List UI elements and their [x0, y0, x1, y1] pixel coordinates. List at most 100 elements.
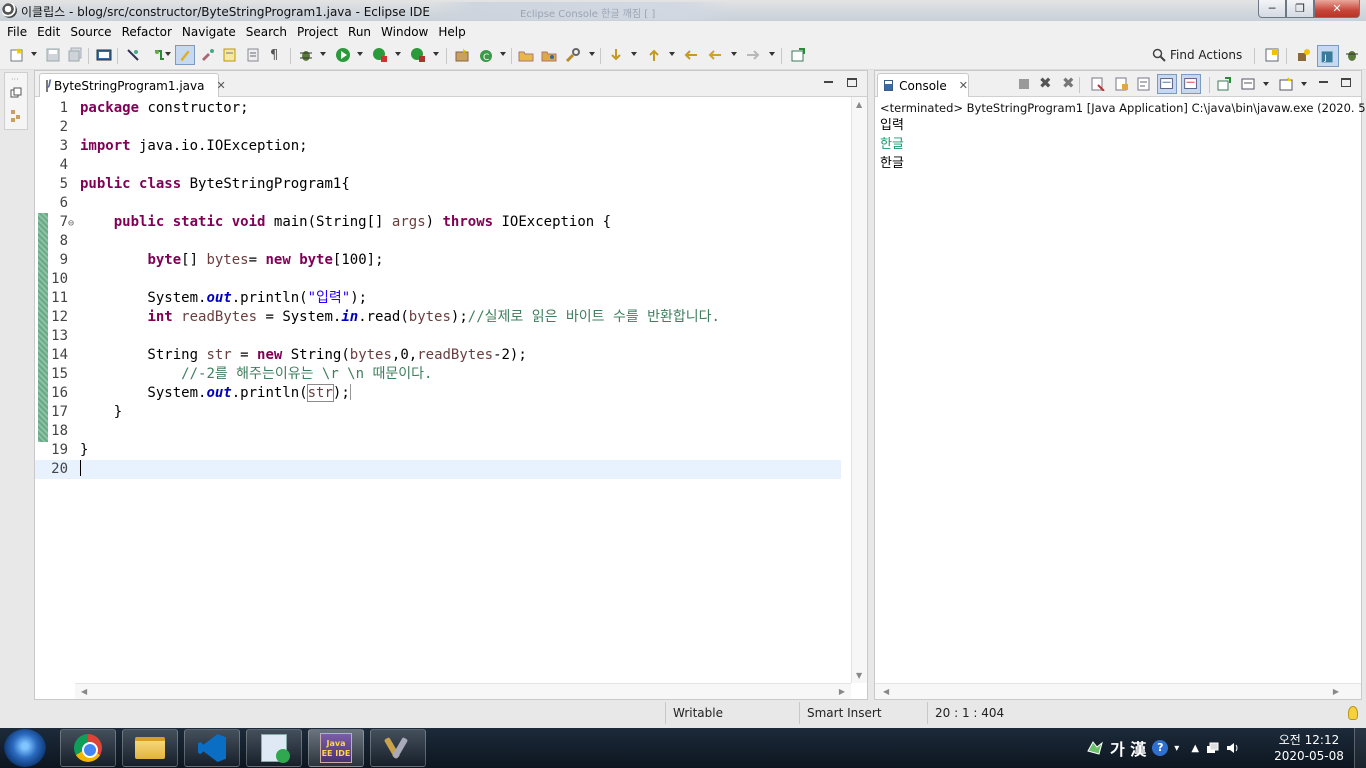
external-tools-icon[interactable]	[410, 47, 426, 63]
back-caret[interactable]	[731, 52, 737, 56]
ime-options-icon[interactable]: ▾	[1174, 743, 1179, 754]
menu-run[interactable]: Run	[343, 25, 376, 39]
taskbar-chrome[interactable]	[60, 729, 116, 767]
debug-icon[interactable]	[298, 47, 314, 63]
network-icon[interactable]	[1205, 741, 1219, 755]
volume-icon[interactable]	[1225, 741, 1239, 755]
new-java-class-caret[interactable]	[500, 52, 506, 56]
dots-handle[interactable]: ···	[11, 75, 19, 84]
debug-perspective-icon[interactable]	[1344, 47, 1360, 63]
pin-console-icon[interactable]	[1217, 77, 1231, 91]
pin-editor-icon[interactable]	[790, 47, 806, 63]
scroll-left-arrow[interactable]: ◀	[81, 687, 87, 696]
fold-toggle-icon[interactable]: ⊖	[68, 214, 74, 233]
close-tab-icon[interactable]: ✕	[216, 79, 225, 92]
code-line[interactable]: 16 System.out.println(str);	[35, 384, 841, 403]
word-wrap-icon[interactable]	[1137, 77, 1151, 91]
close-button[interactable]: ✕	[1314, 0, 1360, 18]
code-line[interactable]: 2	[35, 118, 841, 137]
insert-mode-status[interactable]: Smart Insert	[799, 702, 925, 724]
package-explorer-icon[interactable]	[10, 109, 22, 123]
forward-icon[interactable]	[745, 47, 761, 63]
system-clock[interactable]: 오전 12:12 2020-05-08	[1268, 732, 1350, 764]
code-line[interactable]: 3 import java.io.IOException;	[35, 137, 841, 156]
new-dropdown-caret[interactable]	[31, 52, 37, 56]
code-line[interactable]: 12 int readBytes = System.in.read(bytes)…	[35, 308, 841, 327]
open-console-icon[interactable]	[1279, 77, 1293, 91]
code-editor[interactable]: 1 package constructor; 2 3 import java.io.IO…	[35, 97, 867, 683]
open-type-folder-icon[interactable]	[518, 47, 534, 63]
minimize-console-icon[interactable]	[1319, 81, 1328, 83]
taskbar-vscode[interactable]	[184, 729, 240, 767]
search-caret[interactable]	[589, 52, 595, 56]
back-icon[interactable]	[707, 47, 723, 63]
mark-occurrences-icon[interactable]	[175, 45, 195, 65]
code-line[interactable]: 18	[35, 422, 841, 441]
new-java-package-icon[interactable]	[454, 47, 470, 63]
menu-file[interactable]: File	[2, 25, 32, 39]
clear-console-icon[interactable]	[1091, 77, 1105, 91]
search-file-icon[interactable]	[222, 47, 238, 63]
run-icon[interactable]	[335, 47, 351, 63]
console-horizontal-scrollbar[interactable]: ◀ ▶	[875, 683, 1361, 699]
remove-launch-icon[interactable]: ✖	[1039, 74, 1052, 92]
show-console-on-stdout-icon[interactable]	[1157, 74, 1177, 94]
scroll-right-arrow[interactable]: ▶	[1333, 687, 1339, 696]
display-selected-console-icon[interactable]	[1241, 77, 1255, 91]
code-line[interactable]: 8	[35, 232, 841, 251]
ime-pad-icon[interactable]	[1086, 739, 1104, 757]
run-caret[interactable]	[357, 52, 363, 56]
open-perspective-icon[interactable]	[1264, 47, 1280, 63]
save-icon[interactable]	[45, 47, 61, 63]
ime-mode-indicator[interactable]: 가 漢	[1110, 736, 1146, 760]
code-line[interactable]: 10	[35, 270, 841, 289]
open-console-caret[interactable]	[1301, 82, 1307, 86]
code-line[interactable]: 13	[35, 327, 841, 346]
menu-window[interactable]: Window	[376, 25, 433, 39]
save-all-icon[interactable]	[67, 47, 83, 63]
remove-all-launches-icon[interactable]: ✖	[1062, 74, 1075, 92]
minimize-button[interactable]: ─	[1258, 0, 1286, 18]
menu-navigate[interactable]: Navigate	[177, 25, 241, 39]
ime-help-icon[interactable]: ?	[1152, 740, 1169, 756]
show-whitespace-icon[interactable]	[245, 47, 261, 63]
display-console-caret[interactable]	[1263, 82, 1269, 86]
previous-annotation-caret[interactable]	[669, 52, 675, 56]
taskbar-tools[interactable]	[370, 729, 426, 767]
previous-annotation-icon[interactable]	[646, 47, 662, 63]
code-line[interactable]: 20	[35, 460, 841, 479]
coverage-icon[interactable]	[372, 47, 388, 63]
code-line[interactable]: 15 //-2를 해주는이유는 \r \n 때문이다.	[35, 365, 841, 384]
lightbulb-icon[interactable]	[1348, 706, 1358, 720]
minimize-panel-icon[interactable]	[824, 81, 833, 83]
find-actions-field[interactable]: Find Actions	[1152, 48, 1242, 62]
code-line[interactable]: 14 String str = new String(bytes,0,readB…	[35, 346, 841, 365]
taskbar-eclipse[interactable]: Java EE IDE	[308, 729, 364, 767]
menu-edit[interactable]: Edit	[32, 25, 65, 39]
last-edit-location-icon[interactable]	[683, 47, 699, 63]
next-annotation-icon[interactable]	[608, 47, 624, 63]
eclipse-app-icon[interactable]	[2, 3, 17, 18]
external-tools-caret[interactable]	[433, 52, 439, 56]
java-ee-perspective-icon[interactable]	[1296, 47, 1312, 63]
taskbar-media-player[interactable]	[246, 729, 302, 767]
scroll-right-arrow[interactable]: ▶	[839, 687, 845, 696]
next-annotation-caret[interactable]	[631, 52, 637, 56]
taskbar-explorer[interactable]	[122, 729, 178, 767]
new-java-class-icon[interactable]: C	[478, 47, 494, 63]
menu-project[interactable]: Project	[292, 25, 343, 39]
quick-fix-icon[interactable]	[200, 47, 216, 63]
scroll-up-arrow[interactable]: ▲	[856, 100, 862, 109]
show-console-on-stderr-icon[interactable]	[1181, 74, 1201, 94]
scroll-lock-icon[interactable]	[1115, 77, 1129, 91]
forward-caret[interactable]	[769, 52, 775, 56]
cursor-position-status[interactable]: 20 : 1 : 404	[927, 702, 1047, 724]
search-icon[interactable]	[565, 47, 581, 63]
menu-source[interactable]: Source	[65, 25, 116, 39]
code-line[interactable]: 5 public class ByteStringProgram1{	[35, 175, 841, 194]
skip-breakpoints-icon[interactable]	[125, 47, 141, 63]
menu-refactor[interactable]: Refactor	[117, 25, 177, 39]
new-icon[interactable]	[9, 47, 25, 63]
terminate-icon[interactable]	[1019, 79, 1029, 89]
open-task-icon[interactable]	[541, 47, 557, 63]
